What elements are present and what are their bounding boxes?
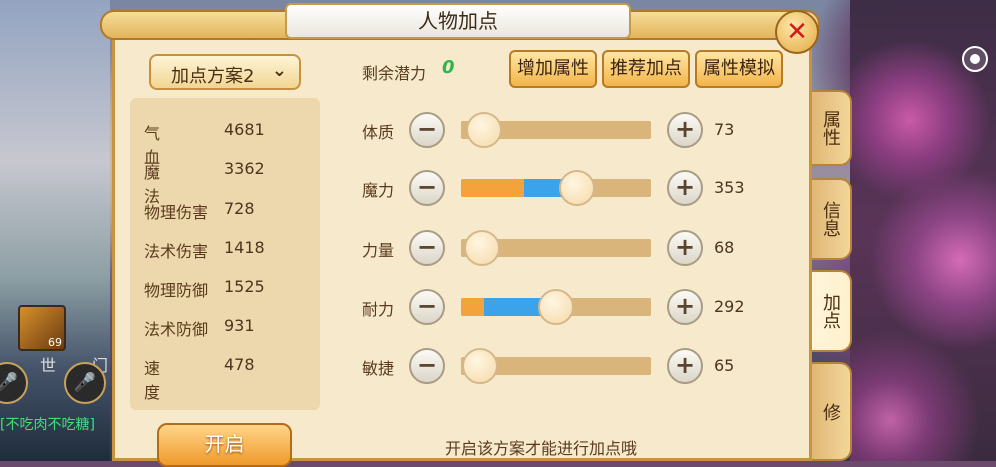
close-icon: ✕: [786, 17, 808, 47]
slider-knob[interactable]: [465, 112, 502, 148]
stat-row: 法术伤害 1418: [144, 238, 265, 262]
close-button[interactable]: ✕: [775, 10, 819, 54]
slider-fill-orange: [461, 179, 524, 197]
world-channel-label[interactable]: 世: [40, 352, 56, 376]
stat-name: 物理防御: [144, 281, 209, 300]
stat-row: 速度 478: [144, 355, 255, 403]
open-plan-label: 开启: [204, 432, 245, 456]
stat-value: 1418: [224, 238, 265, 257]
tab-attributes[interactable]: 属性: [812, 90, 852, 166]
mic-icon[interactable]: 🎤: [64, 362, 106, 404]
tab-add-points[interactable]: 加点: [812, 270, 852, 352]
decrease-button[interactable]: −: [409, 348, 445, 384]
attribute-value: 73: [714, 120, 735, 139]
increase-button[interactable]: +: [667, 170, 703, 206]
decrease-button[interactable]: −: [409, 230, 445, 266]
decrease-button[interactable]: −: [409, 112, 445, 148]
attribute-label: 体质: [362, 123, 395, 142]
window-title: 人物加点: [418, 9, 498, 33]
slider-knob[interactable]: [462, 348, 498, 384]
decrease-button[interactable]: −: [409, 170, 445, 206]
stat-row: 法术防御 931: [144, 316, 255, 340]
increase-button[interactable]: +: [667, 348, 703, 384]
plan-selected-label: 加点方案2: [171, 66, 255, 87]
stats-box: 气血 4681 魔法 3362 物理伤害 728 法术伤害 1418 物理防御 …: [130, 98, 320, 410]
increase-button[interactable]: +: [667, 112, 703, 148]
stat-value: 931: [224, 316, 255, 335]
stat-value: 728: [224, 199, 255, 218]
stat-row: 物理防御 1525: [144, 277, 265, 301]
attribute-value: 292: [714, 297, 745, 316]
chat-message: [不吃肉不吃糖]: [0, 417, 95, 433]
title-plate: 人物加点: [285, 3, 631, 39]
stat-name: 法术防御: [144, 320, 209, 339]
potential-label: 剩余潜力: [362, 64, 427, 83]
avatar-level: 69: [48, 336, 62, 349]
simulate-attribute-button[interactable]: 属性模拟: [695, 50, 783, 88]
attribute-label: 敏捷: [362, 359, 395, 378]
increase-button[interactable]: +: [667, 230, 703, 266]
stat-value: 478: [224, 355, 255, 374]
attribute-slider[interactable]: [461, 179, 651, 197]
recommend-points-button[interactable]: 推荐加点: [602, 50, 690, 88]
attribute-label: 力量: [362, 241, 395, 260]
chevron-down-icon: ⌄: [271, 60, 287, 81]
stat-row: 物理伤害 728: [144, 199, 255, 223]
slider-knob[interactable]: [558, 170, 595, 206]
stat-name: 法术伤害: [144, 242, 209, 261]
add-attribute-button[interactable]: 增加属性: [509, 50, 597, 88]
attribute-value: 68: [714, 238, 735, 257]
stat-name: 速度: [144, 359, 189, 402]
increase-button[interactable]: +: [667, 289, 703, 325]
slider-fill-orange: [461, 298, 484, 316]
plan-dropdown[interactable]: 加点方案2 ⌄: [149, 54, 301, 90]
open-plan-button[interactable]: 开启: [157, 423, 292, 467]
slider-knob[interactable]: [463, 230, 500, 266]
attribute-value: 65: [714, 356, 735, 375]
player-avatar[interactable]: 69: [18, 305, 66, 351]
floating-button[interactable]: [962, 46, 988, 72]
stat-value: 1525: [224, 277, 265, 296]
tab-info[interactable]: 信息: [812, 178, 852, 260]
attribute-value: 353: [714, 178, 745, 197]
attribute-label: 魔力: [362, 181, 395, 200]
slider-knob[interactable]: [538, 289, 574, 325]
tab-cultivate[interactable]: 修: [812, 362, 852, 461]
stat-name: 物理伤害: [144, 203, 209, 222]
plan-hint: 开启该方案才能进行加点哦: [445, 439, 638, 458]
potential-value: 0: [442, 57, 455, 78]
attribute-label: 耐力: [362, 300, 395, 319]
decrease-button[interactable]: −: [409, 289, 445, 325]
